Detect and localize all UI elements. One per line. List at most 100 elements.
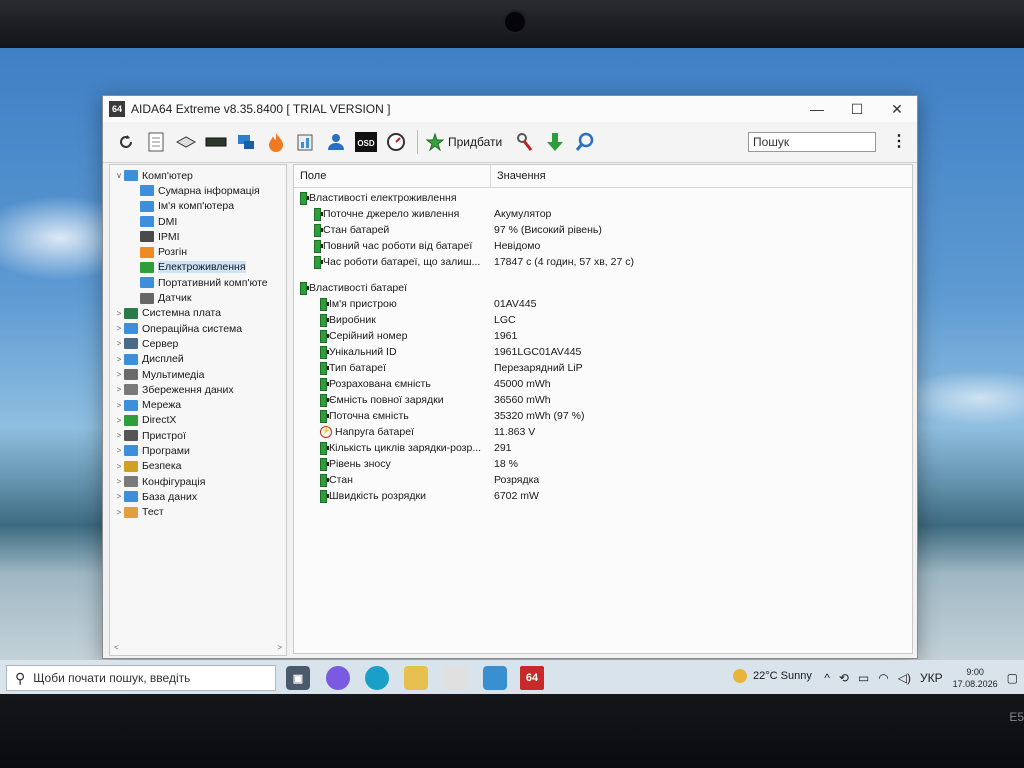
tree-expand-icon[interactable]: > [114,309,124,318]
tree-expand-icon[interactable]: > [114,370,124,379]
wifi-icon[interactable]: ◠ [878,671,888,685]
property-row[interactable]: Тип батареї Перезарядний LiP [294,360,912,376]
property-row[interactable]: Час роботи батареї, що залиш... 17847 с (… [294,254,912,270]
tree-expand-icon[interactable]: > [114,446,124,455]
column-field-header[interactable]: Поле [294,165,491,187]
tree-expand-icon[interactable]: > [114,492,124,501]
tree-item[interactable]: Ім'я комп'ютера [110,199,286,214]
notifications-icon[interactable]: ▢ [1007,671,1018,685]
battery-icon[interactable]: ▭ [858,671,869,685]
tree-expand-icon[interactable]: > [114,431,124,440]
property-field: Поточне джерело живлення [323,208,460,220]
tree-item[interactable]: Сумарна інформація [110,183,286,198]
close-button[interactable]: ✕ [877,96,917,122]
tree-horizontal-scrollbar[interactable]: < > [110,641,286,655]
tree-item[interactable]: > Мережа [110,397,286,412]
property-row[interactable]: Швидкість розрядки 6702 mW [294,488,912,504]
tree-expand-icon[interactable]: > [114,339,124,348]
edge-browser-icon[interactable] [365,666,389,690]
title-bar[interactable]: 64 AIDA64 Extreme v8.35.8400 [ TRIAL VER… [103,96,917,122]
tree-item[interactable]: > DirectX [110,413,286,428]
taskbar-search[interactable]: ⚲ Щоби почати пошук, введіть [6,665,276,691]
tree-expand-icon[interactable]: > [114,416,124,425]
tree-item[interactable]: > Збереження даних [110,382,286,397]
gauge-icon[interactable] [385,131,407,153]
search-icon[interactable] [574,131,596,153]
tree-item[interactable]: > Сервер [110,336,286,351]
aida64-taskbar-icon[interactable]: 64 [520,666,544,690]
tree-item[interactable]: > Операційна система [110,321,286,336]
tree-expand-icon[interactable]: > [114,385,124,394]
tree-item[interactable]: Портативний комп'юте [110,275,286,290]
tree-item[interactable]: Електроживлення [110,260,286,275]
tree-item[interactable]: > Тест [110,505,286,520]
refresh-icon[interactable] [115,131,137,153]
copilot-icon[interactable] [326,666,350,690]
clock[interactable]: 9:00 17.08.2026 [953,666,998,690]
tree-expand-icon[interactable]: > [114,324,124,333]
property-row[interactable]: Поточна ємність 35320 mWh (97 %) [294,408,912,424]
store-icon[interactable] [444,666,468,690]
maximize-button[interactable]: ☐ [837,96,877,122]
tree-item[interactable]: Розгін [110,244,286,259]
weather-widget[interactable]: 22°C Sunny [733,669,812,683]
battery-icon [320,441,329,455]
tree-item[interactable]: DMI [110,214,286,229]
property-row[interactable]: Поточне джерело живлення Акумулятор [294,206,912,222]
task-view-icon[interactable]: ▣ [286,666,310,690]
property-row[interactable]: Стан Розрядка [294,472,912,488]
property-row[interactable]: Ємність повної зарядки 36560 mWh [294,392,912,408]
tree-expand-icon[interactable]: > [114,401,124,410]
buy-button[interactable]: Придбати [426,133,502,151]
tree-expand-icon[interactable]: > [114,355,124,364]
memory-icon[interactable] [205,131,227,153]
tree-item[interactable]: > База даних [110,489,286,504]
property-row[interactable]: Серійний номер 1961 [294,328,912,344]
tree-item[interactable]: > Програми [110,443,286,458]
minimize-button[interactable]: — [797,96,837,122]
property-row[interactable]: Кількість циклів зарядки-розр... 291 [294,440,912,456]
flame-icon[interactable] [265,131,287,153]
tree-item[interactable]: IPMI [110,229,286,244]
tree-item[interactable]: ∨ Комп'ютер [110,168,286,183]
tree-item[interactable]: > Мультимедіа [110,367,286,382]
property-row[interactable]: Виробник LGC [294,312,912,328]
property-row[interactable]: Стан батарей 97 % (Високий рівень) [294,222,912,238]
sync-icon[interactable]: ⟲ [839,671,849,685]
benchmark-icon[interactable] [295,131,317,153]
tree-item[interactable]: Датчик [110,290,286,305]
mail-icon[interactable] [483,666,507,690]
osd-icon[interactable]: OSD [355,131,377,153]
property-row[interactable]: Рівень зносу 18 % [294,456,912,472]
toolbar-separator [417,130,418,154]
report-icon[interactable] [145,131,167,153]
file-explorer-icon[interactable] [404,666,428,690]
property-group-header[interactable]: Властивості батареї [294,280,912,296]
tree-expand-icon[interactable]: ∨ [114,171,124,180]
property-row[interactable]: Унікальний ID 1961LGC01AV445 [294,344,912,360]
column-value-header[interactable]: Значення [491,170,546,182]
tree-expand-icon[interactable]: > [114,462,124,471]
tree-item[interactable]: > Безпека [110,459,286,474]
tree-expand-icon[interactable]: > [114,477,124,486]
property-row[interactable]: Розрахована ємність 45000 mWh [294,376,912,392]
network-icon[interactable] [235,131,257,153]
chevron-up-icon[interactable]: ^ [824,671,830,685]
language-indicator[interactable]: УКР [920,671,943,685]
tree-item[interactable]: > Дисплей [110,352,286,367]
download-icon[interactable] [544,131,566,153]
tree-item[interactable]: > Системна плата [110,306,286,321]
tree-item[interactable]: > Пристрої [110,428,286,443]
user-icon[interactable] [325,131,347,153]
tree-expand-icon[interactable]: > [114,508,124,517]
volume-icon[interactable]: ◁) [898,671,911,685]
motherboard-icon[interactable] [175,131,197,153]
property-group-header[interactable]: Властивості електроживлення [294,190,912,206]
tree-item[interactable]: > Конфігурація [110,474,286,489]
tools-icon[interactable] [514,131,536,153]
more-menu-icon[interactable]: ⋮ [891,134,907,150]
property-row[interactable]: Повний час роботи від батареї Невідомо [294,238,912,254]
property-row[interactable]: ⚡ Напруга батареї 11.863 V [294,424,912,440]
search-input[interactable]: Пошук [748,132,876,152]
property-row[interactable]: Ім'я пристрою 01AV445 [294,296,912,312]
